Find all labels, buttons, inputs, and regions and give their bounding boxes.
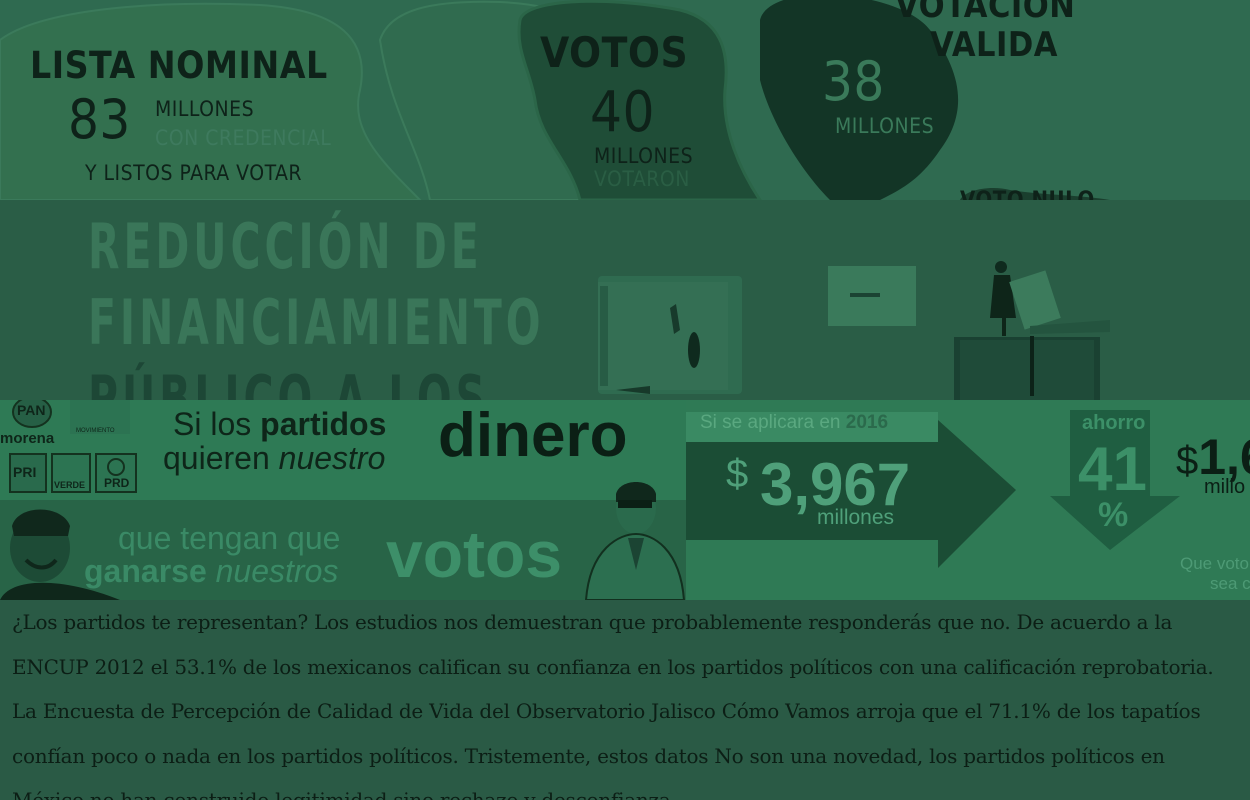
slogan-nuestros: nuestros bbox=[215, 553, 339, 589]
right-unit: millo bbox=[1204, 476, 1246, 498]
slogan-que-tengan: que tengan que bbox=[118, 520, 341, 556]
logo-morena: morena bbox=[0, 430, 55, 447]
portrait-left bbox=[0, 509, 120, 600]
footnote-line-2: sea c bbox=[1210, 574, 1250, 593]
banner-line-3: público a los bbox=[88, 362, 490, 400]
portrait-right bbox=[584, 482, 686, 600]
votacion-valida-unit: MILLONES bbox=[835, 114, 935, 138]
right-currency: $ bbox=[1176, 439, 1199, 483]
slogan-partidos: partidos bbox=[260, 406, 387, 442]
savings-amount-unit: millones bbox=[817, 506, 895, 529]
lista-nominal-sub2: Y LISTOS PARA VOTAR bbox=[85, 161, 303, 185]
slogan-nuestro: nuestro bbox=[278, 440, 386, 476]
funding-reduction-banner: Reducción de financiamiento público a lo… bbox=[0, 200, 1250, 400]
banner-line-1: Reducción de bbox=[88, 210, 483, 283]
advert-strip: PAN morena MOVIMIENTO PRI VERDE PRD Si l… bbox=[0, 400, 1250, 600]
votos-sub: VOTARON bbox=[594, 167, 690, 191]
ballot-box-illustration bbox=[598, 261, 1110, 400]
votacion-valida-number: 38 bbox=[822, 50, 885, 113]
votacion-valida-title-2: VALIDA bbox=[930, 25, 1058, 65]
slogan-si-los: Si los bbox=[173, 406, 252, 442]
savings-graphic: Si se aplicara en 2016 $ 3,967 millones … bbox=[686, 400, 1250, 600]
savings-header-year: 2016 bbox=[845, 412, 889, 433]
slogan-dinero: dinero bbox=[438, 401, 628, 470]
voto-nulo-partial: VOTO NULO bbox=[960, 188, 1095, 200]
votacion-valida-title-1: VOTACION bbox=[895, 0, 1076, 26]
lista-nominal-number: 83 bbox=[68, 88, 131, 151]
slogan-votos: votos bbox=[386, 517, 563, 591]
logo-verde: VERDE bbox=[54, 480, 86, 490]
logo-prd: PRD bbox=[104, 476, 130, 490]
votos-number: 40 bbox=[590, 80, 656, 145]
lista-nominal-unit: MILLONES bbox=[155, 97, 255, 121]
lista-nominal-sub1: CON CREDENCIAL bbox=[155, 126, 332, 150]
article-paragraph: ¿Los partidos te representan? Los estudi… bbox=[12, 610, 1214, 800]
ahorro-label: ahorro bbox=[1082, 412, 1146, 434]
ahorro-pct: % bbox=[1098, 496, 1129, 534]
votos-title: VOTOS bbox=[540, 28, 689, 77]
savings-header-prefix: Si se aplicara en bbox=[700, 412, 841, 433]
article-body: ¿Los partidos te representan? Los estudi… bbox=[0, 600, 1250, 800]
footnote-line-1: Que voto bbox=[1180, 554, 1249, 573]
votos-unit: MILLONES bbox=[594, 144, 694, 168]
slogan-quieren: quieren bbox=[163, 440, 270, 476]
votes-advert: PAN morena MOVIMIENTO PRI VERDE PRD Si l… bbox=[0, 400, 686, 600]
logo-pan: PAN bbox=[17, 402, 46, 418]
logo-pri: PRI bbox=[13, 464, 37, 480]
banner-line-2: financiamiento bbox=[88, 286, 545, 359]
logo-movimiento: MOVIMIENTO bbox=[76, 428, 115, 434]
savings-currency: $ bbox=[726, 452, 749, 496]
lista-nominal-title: LISTA NOMINAL bbox=[30, 44, 328, 87]
ahorro-value: 41 bbox=[1078, 435, 1147, 504]
election-stats-graphic: LISTA NOMINAL 83 MILLONES CON CREDENCIAL… bbox=[0, 0, 1250, 200]
